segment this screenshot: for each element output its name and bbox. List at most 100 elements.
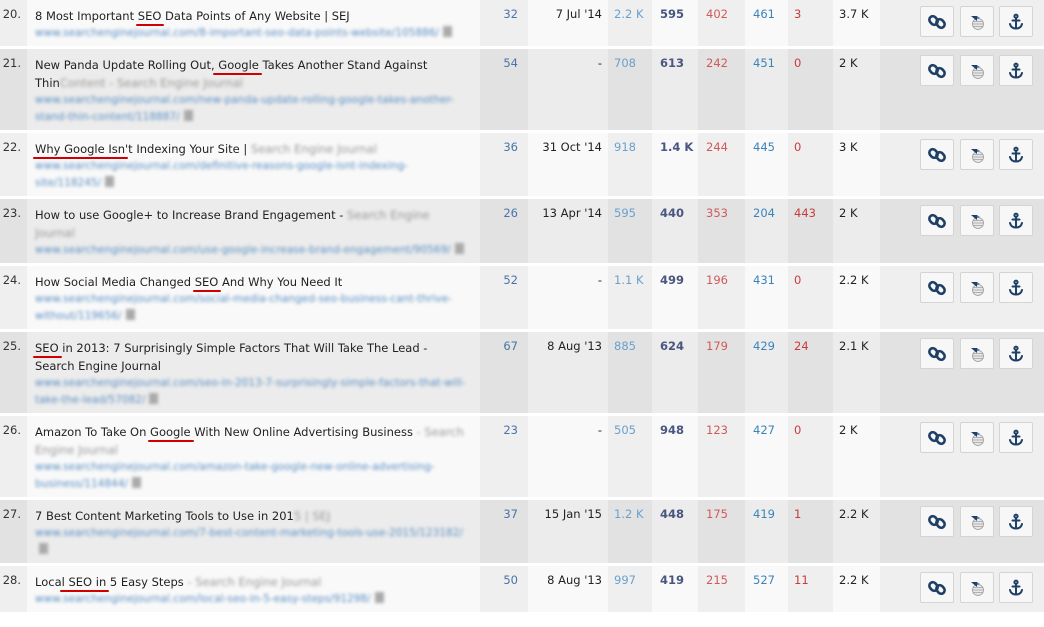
wayback-button[interactable] bbox=[959, 55, 994, 86]
metric-8: 2.2 K bbox=[833, 564, 880, 614]
title-cell: Amazon To Take On Google With New Online… bbox=[27, 414, 480, 499]
metric-3: 918 bbox=[608, 131, 652, 198]
wayback-button[interactable] bbox=[959, 506, 994, 537]
metric-5: 244 bbox=[698, 131, 745, 198]
title-cell: SEO in 2013: 7 Surprisingly Simple Facto… bbox=[27, 330, 480, 415]
highlighted-keyword: SEO bbox=[137, 9, 162, 23]
link-button[interactable] bbox=[920, 139, 954, 170]
wayback-globe-icon bbox=[970, 15, 984, 30]
metric-7: 1 bbox=[788, 498, 833, 565]
anchor-button[interactable] bbox=[999, 422, 1034, 453]
page-url[interactable]: www.searchenginejournal.com/new-panda-up… bbox=[35, 92, 466, 126]
metric-8: 2.2 K bbox=[833, 264, 880, 331]
wayback-globe-icon bbox=[970, 281, 984, 296]
link-button[interactable] bbox=[920, 272, 954, 303]
date-value: 15 Jan '15 bbox=[528, 498, 608, 565]
wayback-button[interactable] bbox=[959, 572, 994, 603]
page-url[interactable]: www.searchenginejournal.com/social-media… bbox=[35, 291, 466, 325]
cache-icon[interactable] bbox=[374, 592, 384, 603]
table-row: 26. Amazon To Take On Google With New On… bbox=[0, 414, 1044, 499]
metric-5: 196 bbox=[698, 264, 745, 331]
metric-4: 595 bbox=[652, 0, 698, 48]
anchor-button[interactable] bbox=[999, 572, 1034, 603]
page-url[interactable]: www.searchenginejournal.com/use-google-i… bbox=[35, 242, 466, 259]
page-title-link[interactable]: Amazon To Take On Google With New Online… bbox=[35, 423, 466, 459]
page-title-link[interactable]: How Social Media Changed SEO And Why You… bbox=[35, 273, 466, 291]
anchor-button[interactable] bbox=[999, 6, 1034, 37]
date-value: 31 Oct '14 bbox=[528, 131, 608, 198]
title-cell: Local SEO in 5 Easy Steps - Search Engin… bbox=[27, 564, 480, 614]
wayback-button[interactable] bbox=[959, 6, 994, 37]
wayback-button[interactable] bbox=[959, 422, 994, 453]
row-index: 26. bbox=[0, 414, 27, 499]
page-url[interactable]: www.searchenginejournal.com/7-best-conte… bbox=[35, 525, 466, 559]
link-icon bbox=[928, 213, 946, 228]
page-title-link[interactable]: How to use Google+ to Increase Brand Eng… bbox=[35, 206, 466, 242]
link-button[interactable] bbox=[920, 506, 954, 537]
anchor-button[interactable] bbox=[999, 55, 1034, 86]
wayback-globe-icon bbox=[970, 347, 984, 362]
cache-icon[interactable] bbox=[149, 393, 159, 404]
page-url[interactable]: www.searchenginejournal.com/8-important-… bbox=[35, 25, 466, 42]
cache-icon[interactable] bbox=[39, 543, 48, 554]
metric-5: 353 bbox=[698, 197, 745, 265]
cache-icon[interactable] bbox=[454, 243, 464, 254]
wayback-globe-icon bbox=[970, 148, 984, 163]
wayback-globe-icon bbox=[970, 515, 984, 530]
metric-5: 215 bbox=[698, 564, 745, 614]
anchor-button[interactable] bbox=[999, 205, 1034, 236]
page-url[interactable]: www.searchenginejournal.com/seo-in-2013-… bbox=[35, 375, 466, 409]
wayback-button[interactable] bbox=[959, 272, 994, 303]
page-url[interactable]: www.searchenginejournal.com/local-seo-in… bbox=[35, 591, 466, 608]
metric-4: 948 bbox=[652, 414, 698, 499]
wayback-button[interactable] bbox=[959, 205, 994, 236]
metric-6: 419 bbox=[745, 498, 788, 565]
page-title-link[interactable]: 7 Best Content Marketing Tools to Use in… bbox=[35, 507, 466, 525]
title-text: How to use Google+ to Increase Brand Eng… bbox=[35, 208, 344, 222]
page-title-link[interactable]: New Panda Update Rolling Out, Google Tak… bbox=[35, 56, 466, 92]
cache-icon[interactable] bbox=[125, 309, 135, 320]
metric-3: 885 bbox=[608, 330, 652, 415]
link-button[interactable] bbox=[920, 422, 954, 453]
metric-7: 24 bbox=[788, 330, 833, 415]
anchor-button[interactable] bbox=[999, 272, 1034, 303]
cache-icon[interactable] bbox=[443, 26, 453, 37]
page-title-link[interactable]: Why Google Isn't Indexing Your Site | Se… bbox=[35, 140, 466, 158]
link-button[interactable] bbox=[920, 55, 954, 86]
title-cell: New Panda Update Rolling Out, Google Tak… bbox=[27, 47, 480, 132]
wayback-globe-icon bbox=[970, 581, 984, 596]
metric-4: 613 bbox=[652, 47, 698, 132]
link-button[interactable] bbox=[920, 6, 954, 37]
cache-icon[interactable] bbox=[183, 110, 193, 121]
wayback-button[interactable] bbox=[959, 139, 994, 170]
link-button[interactable] bbox=[920, 338, 954, 369]
row-index: 27. bbox=[0, 498, 27, 565]
table-row: 21. New Panda Update Rolling Out, Google… bbox=[0, 47, 1044, 132]
page-title-link[interactable]: SEO in 2013: 7 Surprisingly Simple Facto… bbox=[35, 339, 466, 375]
date-value: 13 Apr '14 bbox=[528, 197, 608, 265]
link-button[interactable] bbox=[920, 205, 954, 236]
link-icon bbox=[928, 346, 946, 361]
page-title-link[interactable]: 8 Most Important SEO Data Points of Any … bbox=[35, 7, 466, 25]
page-url[interactable]: www.searchenginejournal.com/definitive-r… bbox=[35, 158, 466, 192]
metric-6: 429 bbox=[745, 330, 788, 415]
highlighted-keyword: SEO bbox=[194, 275, 219, 289]
metric-4: 448 bbox=[652, 498, 698, 565]
metric-3: 997 bbox=[608, 564, 652, 614]
cache-icon[interactable] bbox=[131, 477, 141, 488]
page-url[interactable]: www.searchenginejournal.com/amazon-take-… bbox=[35, 459, 466, 493]
metric-3: 708 bbox=[608, 47, 652, 132]
link-button[interactable] bbox=[920, 572, 954, 603]
title-text: New Panda Update Rolling Out, bbox=[35, 58, 215, 72]
row-index: 20. bbox=[0, 0, 27, 48]
anchor-button[interactable] bbox=[999, 338, 1034, 369]
anchor-button[interactable] bbox=[999, 506, 1034, 537]
metric-8: 2 K bbox=[833, 47, 880, 132]
metric-6: 431 bbox=[745, 264, 788, 331]
metric-5: 179 bbox=[698, 330, 745, 415]
anchor-button[interactable] bbox=[999, 139, 1034, 170]
cache-icon[interactable] bbox=[105, 176, 115, 187]
date-value: - bbox=[528, 264, 608, 331]
page-title-link[interactable]: Local SEO in 5 Easy Steps - Search Engin… bbox=[35, 573, 466, 591]
wayback-button[interactable] bbox=[959, 338, 994, 369]
